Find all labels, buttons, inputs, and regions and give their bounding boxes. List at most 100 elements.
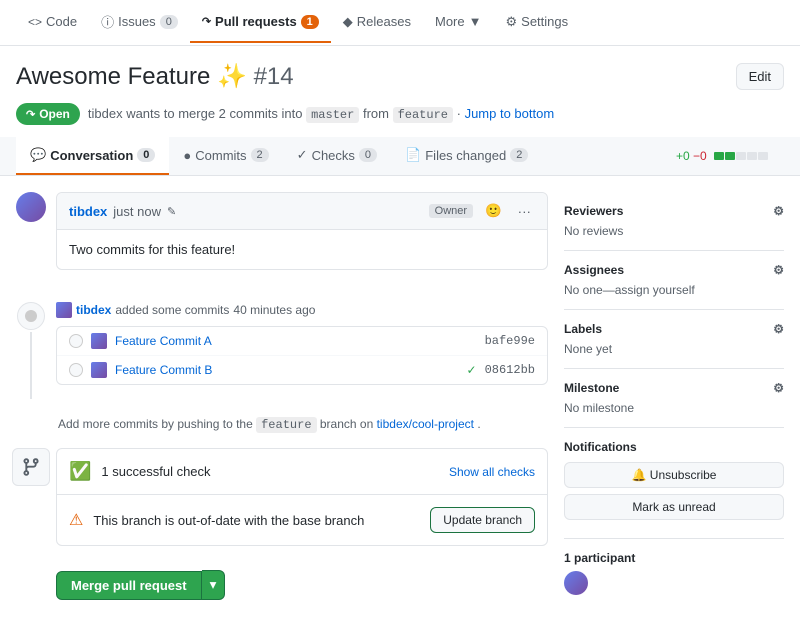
labels-title: Labels — [564, 322, 602, 336]
assignees-gear-icon[interactable]: ⚙ — [773, 263, 784, 277]
reviewers-title: Reviewers — [564, 204, 623, 218]
labels-gear-icon[interactable]: ⚙ — [773, 322, 784, 336]
pr-icon: ↷ — [202, 15, 211, 28]
code-icon: <> — [28, 15, 42, 29]
checks-icon: ✓ — [297, 147, 308, 163]
comment-time: just now — [113, 204, 161, 219]
edit-button[interactable]: Edit — [736, 63, 784, 90]
nav-pr-label: Pull requests — [215, 14, 297, 29]
issues-count: 0 — [160, 15, 178, 29]
merge-button-group: Merge pull request ▾ — [56, 570, 548, 600]
repo-link[interactable]: tibdex/cool-project — [377, 417, 474, 431]
files-count: 2 — [510, 148, 528, 162]
main-content: tibdex just now ✎ Owner 🙂 ··· Two commit… — [16, 192, 548, 610]
emoji-reaction-button[interactable]: 🙂 — [481, 201, 506, 221]
commit-header-avatar — [56, 302, 72, 318]
commit-sha-1: 08612bb — [485, 363, 535, 377]
head-branch-tag: feature — [393, 107, 453, 123]
main-layout: tibdex just now ✎ Owner 🙂 ··· Two commit… — [0, 176, 800, 626]
participants-title: 1 participant — [564, 551, 635, 565]
nav-releases-label: Releases — [357, 14, 411, 29]
check-success-text: 1 successful check — [101, 464, 439, 479]
comment-block-container: tibdex just now ✎ Owner 🙂 ··· Two commit… — [56, 192, 548, 286]
commit-avatar-0 — [91, 333, 107, 349]
mark-as-unread-button[interactable]: Mark as unread — [564, 494, 784, 520]
top-nav: <> Code ⓘ Issues 0 ↷ Pull requests 1 ◆ R… — [0, 0, 800, 46]
milestone-gear-icon[interactable]: ⚙ — [773, 381, 784, 395]
add-commits-info: Add more commits by pushing to the featu… — [16, 409, 548, 448]
check-success-icon: ✅ — [69, 461, 91, 482]
reviewers-value: No reviews — [564, 224, 784, 238]
nav-settings[interactable]: ⚙ Settings — [494, 2, 581, 44]
nav-more[interactable]: More ▼ — [423, 2, 494, 43]
milestone-value: No milestone — [564, 401, 784, 415]
tabs-row: 💬 Conversation 0 ● Commits 2 ✓ Checks 0 … — [0, 137, 800, 176]
update-branch-button[interactable]: Update branch — [430, 507, 535, 533]
commits-icon: ● — [183, 148, 191, 163]
comment-block: tibdex just now ✎ Owner 🙂 ··· Two commit… — [56, 192, 548, 270]
sidebar-notifications: Notifications 🔔 Unsubscribe Mark as unre… — [564, 428, 784, 539]
commit-header-action: added some commits — [115, 303, 229, 317]
comment-header: tibdex just now ✎ Owner 🙂 ··· — [57, 193, 547, 230]
avatar-col — [16, 192, 46, 286]
check-warning-icon: ⚠ — [69, 510, 83, 530]
commenter-name[interactable]: tibdex — [69, 204, 107, 219]
releases-icon: ◆ — [343, 14, 353, 30]
commit-list: Feature Commit A bafe99e Feature Commit … — [56, 326, 548, 385]
commit-timeline-icon — [17, 302, 45, 330]
comment-text: Two commits for this feature! — [69, 242, 535, 257]
page-header: Awesome Feature ✨ #14 Edit — [0, 46, 800, 99]
checks-count: 0 — [359, 148, 377, 162]
jump-to-bottom-link[interactable]: Jump to bottom — [465, 106, 555, 121]
issues-icon: ⓘ — [101, 12, 114, 31]
tab-checks[interactable]: ✓ Checks 0 — [283, 137, 391, 175]
unsubscribe-button[interactable]: 🔔 Unsubscribe — [564, 462, 784, 488]
sparkle-icon: ✨ — [217, 63, 247, 90]
assignees-value: No one—assign yourself — [564, 283, 784, 297]
branch-icon-col — [16, 448, 46, 604]
open-badge: ↷ Open — [16, 103, 80, 125]
tabs-list: 💬 Conversation 0 ● Commits 2 ✓ Checks 0 … — [16, 137, 542, 175]
nav-issues[interactable]: ⓘ Issues 0 — [89, 0, 190, 45]
check-section: ✅ 1 successful check Show all checks ⚠ T… — [56, 448, 548, 546]
tab-conversation[interactable]: 💬 Conversation 0 — [16, 137, 169, 175]
conversation-icon: 💬 — [30, 147, 46, 163]
tab-files-changed[interactable]: 📄 Files changed 2 — [391, 137, 542, 175]
nav-code[interactable]: <> Code — [16, 2, 89, 43]
tab-commits[interactable]: ● Commits 2 — [169, 137, 282, 175]
branch-icon-box — [12, 448, 50, 486]
commenter-avatar — [16, 192, 46, 222]
merge-pull-request-button[interactable]: Merge pull request — [56, 571, 202, 600]
merge-dropdown-button[interactable]: ▾ — [202, 570, 226, 600]
merge-section-wrapper: Merge pull request ▾ — [56, 562, 548, 604]
sidebar-participants: 1 participant — [564, 539, 784, 610]
labels-value: None yet — [564, 342, 784, 356]
commit-message-0[interactable]: Feature Commit A — [115, 334, 477, 348]
check-warning-text: This branch is out-of-date with the base… — [93, 513, 420, 528]
more-chevron-icon: ▼ — [469, 14, 482, 29]
show-all-checks-link[interactable]: Show all checks — [449, 465, 535, 479]
sidebar-reviewers: Reviewers ⚙ No reviews — [564, 192, 784, 251]
merge-dropdown-icon: ▾ — [210, 577, 217, 592]
commit-message-1[interactable]: Feature Commit B — [115, 363, 459, 377]
commit-icon-col — [16, 302, 46, 401]
comment-body: Two commits for this feature! — [57, 230, 547, 269]
nav-releases[interactable]: ◆ Releases — [331, 2, 423, 44]
git-branch-icon — [21, 457, 41, 477]
assignees-title: Assignees — [564, 263, 624, 277]
nav-pull-requests[interactable]: ↷ Pull requests 1 — [190, 2, 331, 43]
reviewers-gear-icon[interactable]: ⚙ — [773, 204, 784, 218]
nav-code-label: Code — [46, 14, 77, 29]
commit-header-time: 40 minutes ago — [233, 303, 315, 317]
sidebar: Reviewers ⚙ No reviews Assignees ⚙ No on… — [564, 192, 784, 610]
sidebar-labels: Labels ⚙ None yet — [564, 310, 784, 369]
commit-sha-0: bafe99e — [485, 334, 535, 348]
check-warning-row: ⚠ This branch is out-of-date with the ba… — [57, 495, 547, 545]
check-success-row: ✅ 1 successful check Show all checks — [57, 449, 547, 495]
commit-section-header: tibdex added some commits 40 minutes ago — [56, 302, 548, 318]
commit-avatar-1 — [91, 362, 107, 378]
branch-check-wrapper: ✅ 1 successful check Show all checks ⚠ T… — [16, 448, 548, 604]
sidebar-milestone: Milestone ⚙ No milestone — [564, 369, 784, 428]
commit-header-author[interactable]: tibdex — [76, 303, 111, 317]
comment-more-button[interactable]: ··· — [514, 202, 535, 221]
